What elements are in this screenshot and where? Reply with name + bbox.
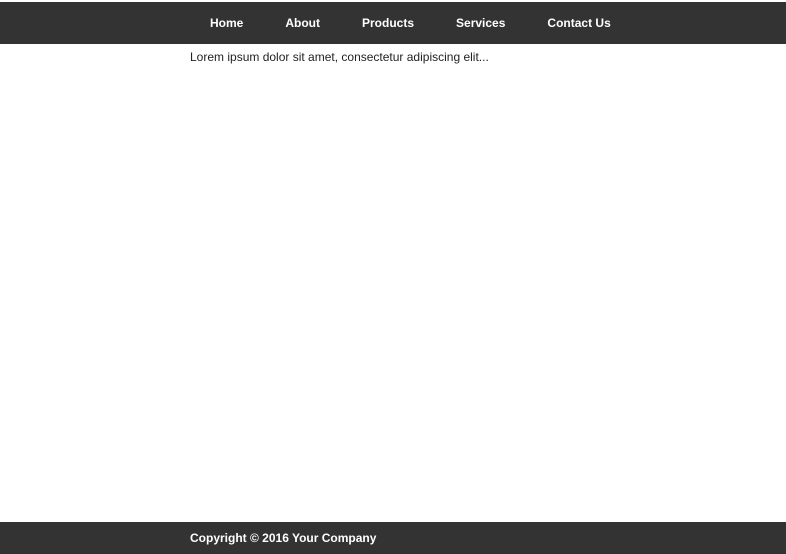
nav-item-services[interactable]: Services: [435, 2, 526, 44]
main-content: Lorem ipsum dolor sit amet, consectetur …: [190, 50, 750, 65]
nav-list-entry: Contact Us: [526, 2, 631, 44]
nav-item-products[interactable]: Products: [341, 2, 435, 44]
copyright-text: Copyright © 2016 Your Company: [190, 531, 377, 545]
nav-item-contact-us[interactable]: Contact Us: [526, 2, 631, 44]
nav-item-home[interactable]: Home: [189, 2, 264, 44]
footer: Copyright © 2016 Your Company: [0, 522, 786, 554]
nav-list-entry: Products: [341, 2, 435, 44]
nav-list-entry: Services: [435, 2, 526, 44]
nav-item-about[interactable]: About: [264, 2, 341, 44]
nav-list-entry: About: [264, 2, 341, 44]
nav-list-entry: Home: [189, 2, 264, 44]
page: Home About Products Services Contact Us …: [0, 0, 786, 554]
body-paragraph: Lorem ipsum dolor sit amet, consectetur …: [190, 50, 489, 64]
nav-list: Home About Products Services Contact Us: [189, 2, 632, 44]
navbar: Home About Products Services Contact Us: [0, 2, 786, 44]
